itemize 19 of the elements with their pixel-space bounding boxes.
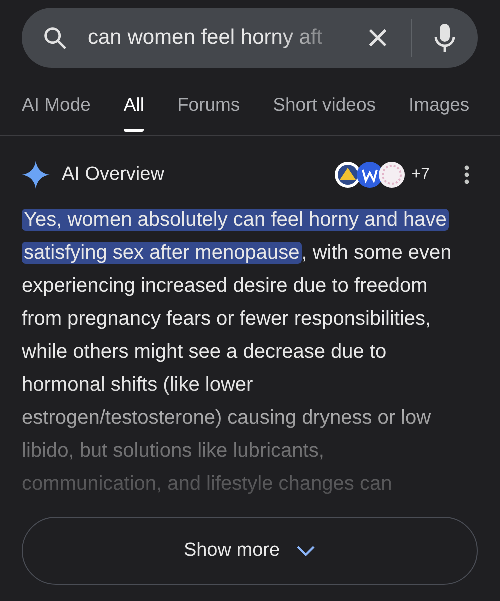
show-more-button[interactable]: Show more [22, 517, 478, 585]
tab[interactable]: AI Mode [22, 88, 91, 132]
source-avatar[interactable] [334, 161, 362, 189]
source-avatar[interactable] [356, 161, 384, 189]
more-options-icon[interactable] [464, 165, 470, 185]
search-icon [42, 25, 68, 51]
sparkle-icon [22, 161, 50, 189]
source-count[interactable]: +7 [412, 163, 430, 187]
tab[interactable]: Images [409, 88, 470, 132]
close-icon[interactable] [367, 27, 389, 49]
overview-title: AI Overview [62, 162, 164, 187]
microphone-icon[interactable] [434, 22, 456, 54]
tab[interactable]: Short videos [273, 88, 376, 132]
search-field[interactable]: can women feel horny aft [22, 8, 478, 68]
source-avatar[interactable] [378, 161, 406, 189]
search-query: can women feel horny aft [88, 25, 323, 52]
tab[interactable]: Forums [177, 88, 240, 132]
tab[interactable]: All [124, 88, 144, 132]
chevron-down-icon [296, 545, 316, 557]
